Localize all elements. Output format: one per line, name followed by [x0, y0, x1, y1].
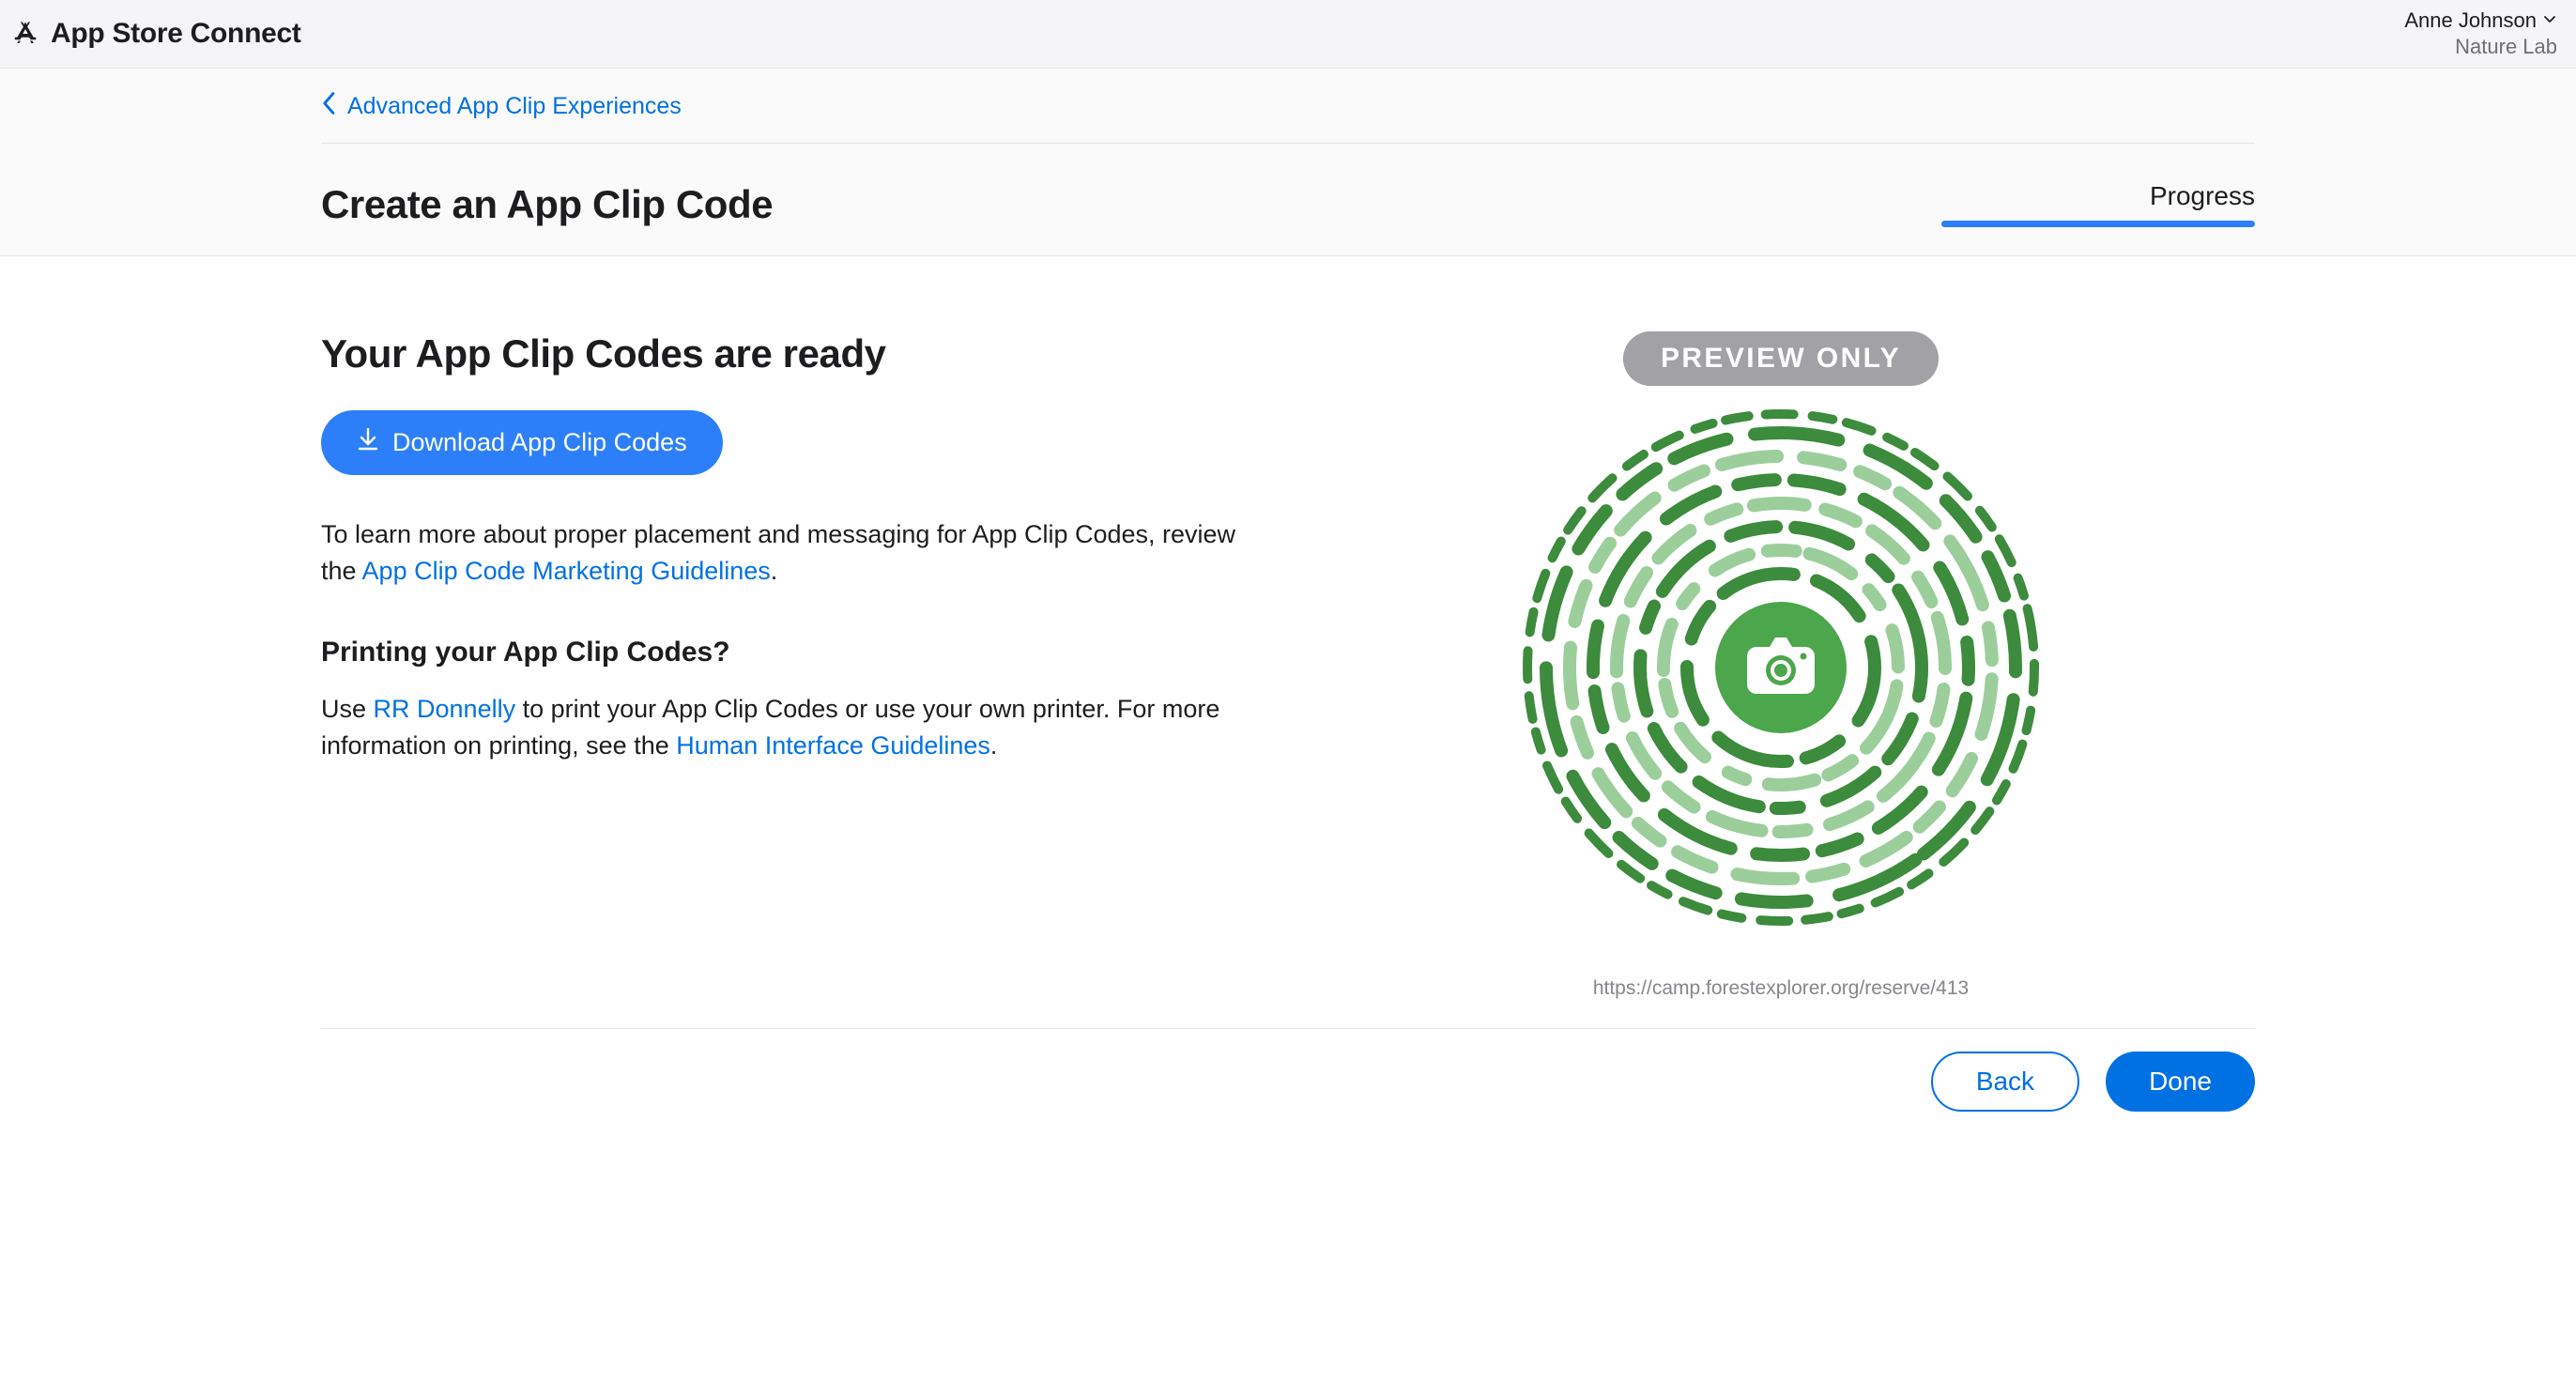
guidelines-link[interactable]: App Clip Code Marketing Guidelines	[362, 557, 771, 585]
chevron-down-icon	[2542, 11, 2557, 31]
progress-bar	[1941, 221, 2255, 227]
app-clip-code: .d { stroke: #3d8b3d; } .l { stroke: #9c…	[1518, 405, 2044, 930]
download-label: Download App Clip Codes	[392, 428, 687, 457]
print-paragraph: Use RR Donnelly to print your App Clip C…	[321, 691, 1250, 764]
page-title: Create an App Clip Code	[321, 182, 773, 227]
topbar-right: Anne Johnson Nature Lab	[2404, 8, 2557, 59]
print-heading: Printing your App Clip Codes?	[321, 637, 1250, 668]
rr-donnelly-link[interactable]: RR Donnelly	[374, 695, 516, 723]
chevron-left-icon	[321, 91, 338, 122]
breadcrumb-link[interactable]: Advanced App Clip Experiences	[347, 93, 682, 120]
content: Your App Clip Codes are ready Download A…	[321, 256, 2255, 1000]
hig-link[interactable]: Human Interface Guidelines	[676, 731, 990, 760]
subheader: Advanced App Clip Experiences Create an …	[0, 69, 2576, 256]
user-menu[interactable]: Anne Johnson	[2404, 8, 2557, 33]
title-row: Create an App Clip Code Progress	[321, 144, 2255, 227]
section-heading: Your App Clip Codes are ready	[321, 331, 1250, 376]
download-icon	[357, 427, 379, 458]
topbar: App Store Connect Anne Johnson Nature La…	[0, 0, 2576, 69]
topbar-left: App Store Connect	[11, 18, 301, 50]
user-name: Anne Johnson	[2404, 8, 2537, 33]
progress-label: Progress	[2150, 181, 2255, 211]
preview-url: https://camp.forestexplorer.org/reserve/…	[1593, 977, 1969, 1000]
learn-paragraph: To learn more about proper placement and…	[321, 516, 1250, 590]
left-column: Your App Clip Codes are ready Download A…	[321, 331, 1250, 1000]
print-before: Use	[321, 695, 374, 723]
footer: Back Done	[321, 1028, 2255, 1149]
org-name: Nature Lab	[2455, 35, 2557, 59]
breadcrumb: Advanced App Clip Experiences	[321, 69, 2255, 144]
appstore-icon	[11, 20, 39, 48]
app-title: App Store Connect	[51, 18, 301, 50]
progress: Progress	[1941, 181, 2255, 227]
preview-badge: PREVIEW ONLY	[1623, 331, 1939, 386]
done-button[interactable]: Done	[2106, 1052, 2255, 1112]
back-button[interactable]: Back	[1931, 1052, 2079, 1112]
download-button[interactable]: Download App Clip Codes	[321, 410, 723, 475]
print-after: .	[990, 731, 998, 760]
learn-after: .	[771, 557, 778, 585]
right-column: PREVIEW ONLY .d { stroke: #3d8b3d; } .l …	[1307, 331, 2255, 1000]
